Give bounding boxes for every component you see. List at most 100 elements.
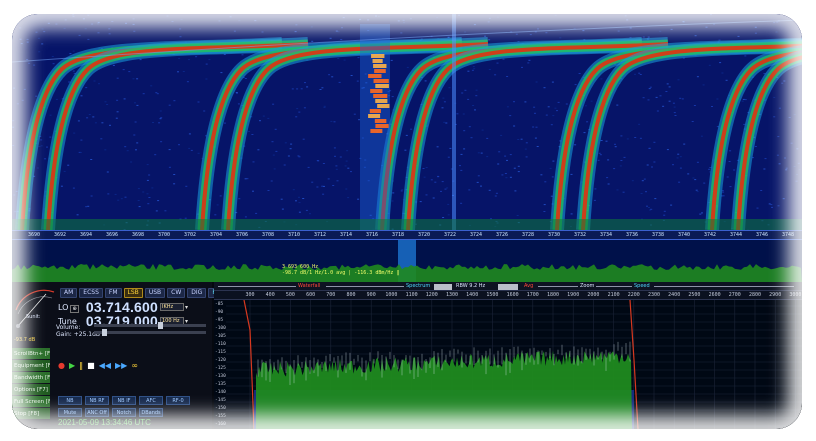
spectrum-db-tick: -110 bbox=[215, 342, 226, 347]
side-menu-item[interactable]: ScrollBtn+ [F2] bbox=[12, 348, 50, 360]
waterfall-canvas[interactable] bbox=[12, 14, 802, 230]
loop-icon[interactable]: ∞ bbox=[131, 362, 138, 370]
spectrum-freq-tick: 300 bbox=[245, 292, 255, 298]
record-icon[interactable]: ● bbox=[58, 362, 65, 370]
waterfall-tick-label: 3744 bbox=[729, 232, 743, 238]
zoom-slider[interactable] bbox=[596, 286, 632, 287]
spectrum-plot[interactable] bbox=[226, 300, 802, 429]
function-button[interactable]: NB RF bbox=[85, 396, 109, 405]
spectrum-db-tick: -155 bbox=[215, 414, 226, 419]
mode-button-usb[interactable]: USB bbox=[144, 288, 166, 298]
waterfall-tick-label: 3734 bbox=[599, 232, 613, 238]
mode-button-lsb[interactable]: LSB bbox=[123, 288, 143, 298]
waterfall-contrast-slider[interactable] bbox=[218, 286, 296, 287]
function-button[interactable]: Notch bbox=[112, 408, 136, 417]
volume-slider[interactable] bbox=[94, 324, 206, 327]
control-panel: Sunit: -93.7 dB AMECSSFMLSBUSBCWDIGFreeM… bbox=[12, 282, 238, 429]
waterfall-tick-label: 3708 bbox=[261, 232, 275, 238]
waterfall-tick-label: 3704 bbox=[209, 232, 223, 238]
spectrum-db-tick: -105 bbox=[215, 334, 226, 339]
spectrum-freq-tick: 1500 bbox=[486, 292, 499, 298]
rbw-label: RBW 9.2 Hz bbox=[456, 283, 486, 289]
spectrum-freq-tick: 2100 bbox=[607, 292, 620, 298]
spectrum-label: Spectrum bbox=[406, 283, 431, 289]
waterfall-tick-label: 3740 bbox=[677, 232, 691, 238]
spectrum-freq-tick: 1700 bbox=[526, 292, 539, 298]
spectrum-db-tick: -120 bbox=[215, 358, 226, 363]
utc-clock: 2021-05-09 13:34:46 UTC bbox=[58, 418, 151, 427]
spectrum-freq-tick: 1000 bbox=[385, 292, 398, 298]
waterfall-tick-label: 3694 bbox=[79, 232, 93, 238]
lo-step-arrow-icon[interactable]: ▾ bbox=[185, 304, 188, 311]
play-icon[interactable]: ▶ bbox=[69, 362, 75, 370]
volume-slider-handle[interactable] bbox=[158, 322, 163, 329]
spectrum-freq-tick: 1300 bbox=[445, 292, 459, 298]
waterfall-tick-label: 3696 bbox=[105, 232, 119, 238]
waterfall-tick-label: 3700 bbox=[157, 232, 171, 238]
spectrum-toolbar: Waterfall Spectrum RBW 9.2 Hz Avg Zoom S… bbox=[214, 282, 802, 291]
function-button[interactable]: Mute bbox=[58, 408, 82, 417]
spectrum-mode-select[interactable] bbox=[434, 283, 452, 290]
spectrum-db-tick: -140 bbox=[215, 390, 226, 395]
waterfall-tick-label: 3724 bbox=[469, 232, 483, 238]
waterfall-tick-label: 3746 bbox=[755, 232, 769, 238]
mode-button-ecss[interactable]: ECSS bbox=[79, 288, 103, 298]
gain-slider[interactable] bbox=[94, 331, 206, 334]
stop-icon[interactable]: ■ bbox=[87, 362, 95, 370]
spectrum-freq-tick: 700 bbox=[326, 292, 336, 298]
spectrum-freq-tick: 2600 bbox=[708, 292, 721, 298]
function-button[interactable]: AFC bbox=[139, 396, 163, 405]
spectrum-freq-tick: 1100 bbox=[405, 292, 418, 298]
spectrum-db-tick: -100 bbox=[215, 326, 226, 331]
fast-forward-icon[interactable]: ▶▶ bbox=[115, 362, 127, 370]
side-menu-item[interactable]: Options [F7] bbox=[12, 384, 50, 396]
function-button[interactable]: DBands bbox=[139, 408, 163, 417]
spectrum-db-tick: -115 bbox=[215, 350, 226, 355]
spectrum-level-slider[interactable] bbox=[326, 286, 404, 287]
function-button[interactable]: NB bbox=[58, 396, 82, 405]
lo-step-select[interactable]: IKHz bbox=[160, 303, 184, 311]
audio-spectrum-panel[interactable]: Waterfall Spectrum RBW 9.2 Hz Avg Zoom S… bbox=[214, 282, 802, 429]
mode-button-dig[interactable]: DIG bbox=[187, 288, 207, 298]
spectrum-db-tick: -90 bbox=[215, 310, 224, 315]
speed-slider[interactable] bbox=[654, 286, 794, 287]
side-menu: ScrollBtn+ [F2]Equipment [F3]Bandwidth [… bbox=[12, 348, 50, 420]
side-menu-item[interactable]: Bandwidth [F6] bbox=[12, 372, 50, 384]
side-menu-item[interactable]: Equipment [F3] bbox=[12, 360, 50, 372]
overview-spectrum[interactable] bbox=[12, 240, 802, 282]
waterfall-tick-label: 3710 bbox=[287, 232, 301, 238]
spectrum-freq-tick: 2500 bbox=[688, 292, 701, 298]
function-button[interactable]: NB IF bbox=[112, 396, 136, 405]
speed-label: Speed bbox=[634, 283, 650, 289]
side-menu-item[interactable]: Stop [F8] bbox=[12, 408, 50, 420]
spectrum-freq-tick: 3000 bbox=[789, 292, 802, 298]
mode-button-fm[interactable]: FM bbox=[104, 288, 122, 298]
waterfall-display[interactable] bbox=[12, 14, 802, 230]
spectrum-freq-tick: 1600 bbox=[506, 292, 519, 298]
spectrum-freq-tick: 2800 bbox=[748, 292, 762, 298]
spectrum-db-tick: -125 bbox=[215, 366, 226, 371]
function-button[interactable]: ANC Off bbox=[85, 408, 109, 417]
waterfall-tick-label: 3716 bbox=[365, 232, 379, 238]
mode-button-am[interactable]: AM bbox=[60, 288, 78, 298]
avg-slider[interactable] bbox=[538, 286, 578, 287]
waterfall-tick-label: 3742 bbox=[703, 232, 717, 238]
rewind-icon[interactable]: ◀◀ bbox=[99, 362, 111, 370]
spectrum-db-tick: -135 bbox=[215, 382, 226, 387]
waterfall-tick-label: 3738 bbox=[651, 232, 665, 238]
function-button[interactable]: RF-0 bbox=[166, 396, 190, 405]
lo-label-text: LO bbox=[58, 302, 69, 312]
spectrum-freq-tick: 2200 bbox=[627, 292, 640, 298]
rbw-select[interactable] bbox=[498, 283, 518, 290]
waterfall-tick-label: 3730 bbox=[547, 232, 561, 238]
mode-button-cw[interactable]: CW bbox=[167, 288, 186, 298]
spectrum-freq-tick: 2900 bbox=[769, 292, 782, 298]
zoom-label: Zoom bbox=[580, 283, 595, 289]
meter-label: Sunit: bbox=[26, 314, 41, 320]
spectrum-freq-tick: 2300 bbox=[647, 292, 661, 298]
gain-slider-handle[interactable] bbox=[102, 329, 107, 336]
s-meter: Sunit: bbox=[15, 289, 55, 328]
pause-icon[interactable]: ‖ bbox=[79, 362, 83, 370]
lo-lock-button[interactable]: ⊕ bbox=[70, 304, 79, 313]
side-menu-item[interactable]: Full Screen [F11] bbox=[12, 396, 50, 408]
